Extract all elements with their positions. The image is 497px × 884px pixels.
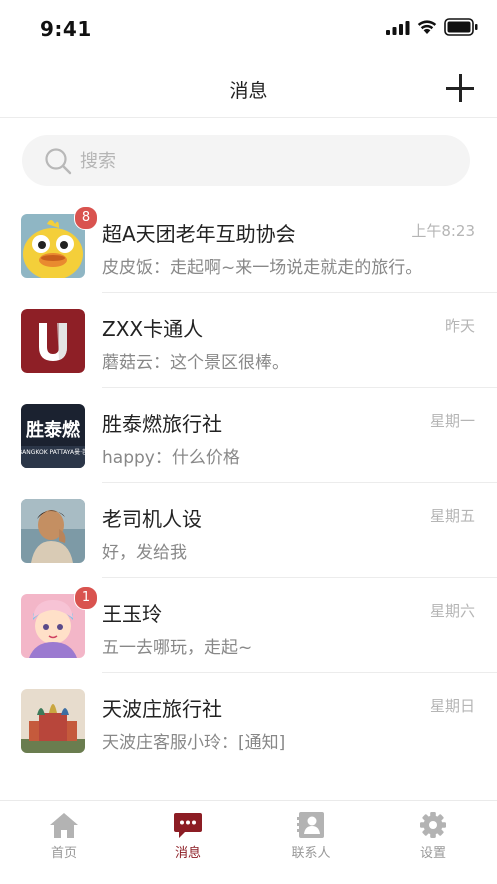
chat-icon xyxy=(174,813,202,838)
tab-bar: 首页 消息 联系人 设置 xyxy=(0,800,497,884)
conversation-name: ZXX卡通人 xyxy=(102,317,204,341)
conversation-time: 星期日 xyxy=(429,697,475,715)
signal-icon xyxy=(386,21,410,35)
conversation-time: 星期五 xyxy=(429,507,475,525)
page-title: 消息 xyxy=(229,80,268,102)
unread-badge: 1 xyxy=(74,586,98,610)
conversation-name: 胜泰燃旅行社 xyxy=(102,412,222,436)
conversation-name: 老司机人设 xyxy=(102,507,202,531)
unread-badge: 8 xyxy=(74,206,98,230)
home-icon xyxy=(50,813,78,838)
conversation-preview: happy：什么价格 xyxy=(102,448,240,468)
tab-label: 设置 xyxy=(419,846,446,861)
tab-settings[interactable]: 设置 xyxy=(393,811,473,861)
avatar xyxy=(21,309,85,373)
avatar xyxy=(21,499,85,563)
conversation-item[interactable]: 天波庄旅行社 天波庄客服小玲：[通知] 星期日 xyxy=(0,673,497,768)
add-button[interactable] xyxy=(446,74,474,102)
conversation-preview: 五一去哪玩，走起~ xyxy=(102,638,253,658)
avatar-subtext: BANGKOK PATTAYA曼·芭 xyxy=(21,448,85,456)
search-input[interactable] xyxy=(78,145,442,177)
tab-label: 联系人 xyxy=(291,846,331,861)
conversation-item[interactable]: 老司机人设 好，发给我 星期五 xyxy=(0,483,497,578)
status-bar: 9:41 xyxy=(0,0,497,60)
conversation-name: 王玉玲 xyxy=(102,602,162,626)
battery-icon xyxy=(444,18,478,36)
conversation-item[interactable]: ZXX卡通人 蘑菇云：这个景区很棒。 昨天 xyxy=(0,293,497,388)
tab-contacts[interactable]: 联系人 xyxy=(271,811,351,861)
status-time: 9:41 xyxy=(40,17,92,41)
wifi-icon xyxy=(417,20,437,34)
conversation-preview: 天波庄客服小玲：[通知] xyxy=(102,733,286,753)
contacts-icon xyxy=(297,812,324,838)
conversation-time: 星期六 xyxy=(429,602,475,620)
tab-home[interactable]: 首页 xyxy=(24,811,104,861)
conversation-name: 超A天团老年互助协会 xyxy=(102,222,296,246)
conversation-preview: 皮皮饭：走起啊~来一场说走就走的旅行。 xyxy=(102,258,423,278)
tab-label: 首页 xyxy=(50,846,77,861)
avatar xyxy=(21,689,85,753)
avatar: 胜泰燃 BANGKOK PATTAYA曼·芭 xyxy=(21,404,85,468)
avatar-text: 胜泰燃 xyxy=(26,419,81,441)
search-icon xyxy=(45,148,72,175)
conversation-preview: 好，发给我 xyxy=(102,543,187,563)
tab-label: 消息 xyxy=(174,846,201,861)
conversation-name: 天波庄旅行社 xyxy=(102,697,222,721)
conversation-preview: 蘑菇云：这个景区很棒。 xyxy=(102,353,289,373)
nav-header: 消息 xyxy=(0,60,497,118)
conversation-item[interactable]: 1 王玉玲 五一去哪玩，走起~ 星期六 xyxy=(0,578,497,673)
conversation-time: 上午8:23 xyxy=(411,222,475,240)
conversation-time: 星期一 xyxy=(429,412,475,430)
conversation-item[interactable]: 8 超A天团老年互助协会 皮皮饭：走起啊~来一场说走就走的旅行。 上午8:23 xyxy=(0,198,497,293)
conversation-item[interactable]: 胜泰燃 BANGKOK PATTAYA曼·芭 胜泰燃旅行社 happy：什么价格… xyxy=(0,388,497,483)
search-bar[interactable] xyxy=(22,135,470,186)
conversation-time: 昨天 xyxy=(444,317,475,335)
gear-icon xyxy=(420,812,446,838)
conversation-list: 8 超A天团老年互助协会 皮皮饭：走起啊~来一场说走就走的旅行。 上午8:23 … xyxy=(0,198,497,768)
tab-messages[interactable]: 消息 xyxy=(148,811,228,861)
